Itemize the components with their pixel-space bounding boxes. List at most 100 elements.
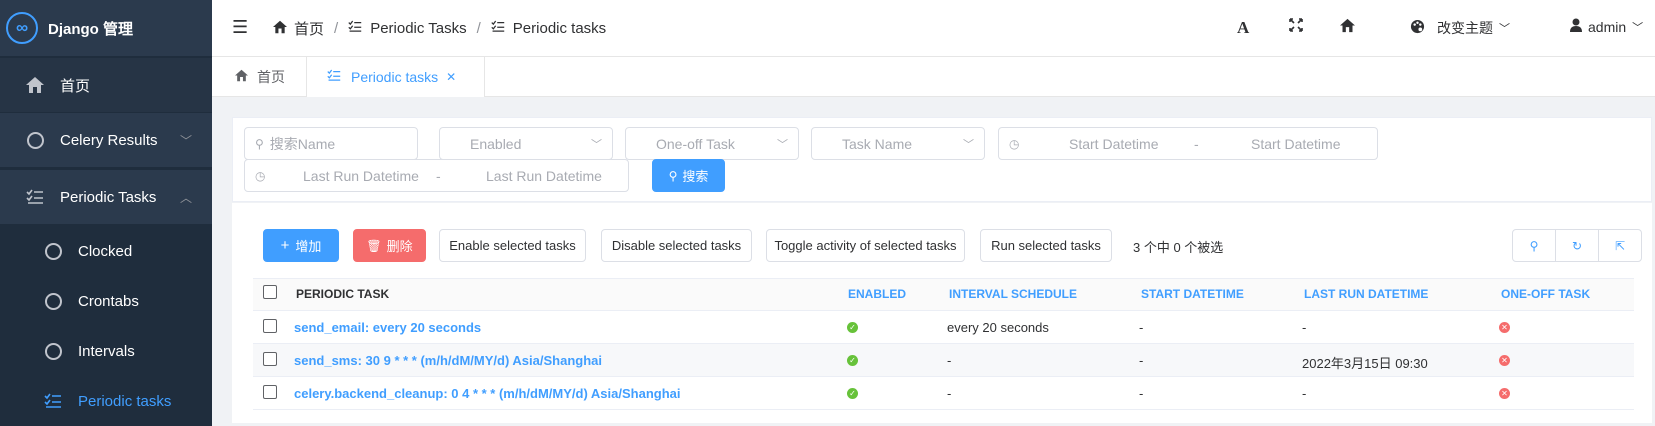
close-icon[interactable]: ✕	[446, 70, 456, 84]
infinity-logo-icon: ∞	[6, 12, 38, 44]
theme-label: 改变主题	[1437, 20, 1493, 36]
tab-bar: 首页 Periodic tasks ✕	[212, 57, 1655, 97]
start-cell: -	[1139, 386, 1144, 401]
clock-icon: ◷	[1009, 136, 1020, 151]
sidebar-item-periodic-tasks[interactable]: Periodic Tasks ︿	[0, 170, 212, 224]
disable-selected-button[interactable]: Disable selected tasks	[601, 229, 752, 262]
enable-selected-button[interactable]: Enable selected tasks	[439, 229, 586, 262]
search-input[interactable]: ⚲ 搜索Name	[244, 127, 418, 160]
start-cell: -	[1139, 353, 1144, 368]
home-icon	[234, 69, 249, 85]
chevron-down-icon: ﹀	[777, 138, 788, 151]
interval-cell: every 20 seconds	[947, 320, 1049, 335]
home-icon	[272, 20, 288, 38]
sidebar-item-intervals[interactable]: Intervals	[0, 326, 212, 376]
tab-label: 首页	[257, 69, 285, 85]
row-checkbox[interactable]	[263, 352, 277, 366]
sidebar-item-label: Celery Results	[60, 131, 158, 149]
oneoff-select[interactable]: One-off Task ﹀	[625, 127, 799, 160]
sidebar-item-crontabs[interactable]: Crontabs	[0, 276, 212, 326]
last-run-cell: -	[1302, 320, 1307, 335]
user-menu[interactable]: admin ﹀	[1570, 18, 1643, 35]
user-icon	[1570, 18, 1582, 35]
row-checkbox[interactable]	[263, 319, 277, 333]
select-all-checkbox[interactable]	[263, 285, 277, 299]
filter-panel: ⚲ 搜索Name Enabled ﹀ One-off Task ﹀ Task N…	[232, 117, 1652, 202]
theme-switcher[interactable]: 改变主题 ﹀	[1410, 18, 1510, 38]
sidebar-item-label: Periodic Tasks	[60, 188, 157, 206]
taskname-select[interactable]: Task Name ﹀	[811, 127, 985, 160]
hamburger-menu-icon[interactable]: ☰	[232, 17, 248, 38]
cross-icon: ✕	[1499, 355, 1510, 366]
username: admin	[1588, 18, 1627, 35]
column-header-oneoff[interactable]: ONE-OFF TASK	[1501, 287, 1590, 301]
sidebar-item-label: Crontabs	[78, 292, 139, 310]
column-header-interval[interactable]: INTERVAL SCHEDULE	[949, 287, 1077, 301]
top-bar: ☰ 首页 / Periodic Tasks / Periodic tasks A…	[212, 0, 1655, 57]
tab-periodic-tasks[interactable]: Periodic tasks ✕	[307, 57, 485, 97]
task-link[interactable]: send_email: every 20 seconds	[294, 320, 481, 335]
task-link[interactable]: send_sms: 30 9 * * * (m/h/dM/MY/d) Asia/…	[294, 353, 602, 368]
table-tools: ⚲ ↻ ⇱	[1512, 229, 1642, 262]
circle-icon	[24, 131, 46, 149]
run-selected-button[interactable]: Run selected tasks	[980, 229, 1112, 262]
column-header-enabled[interactable]: ENABLED	[848, 287, 906, 301]
chevron-up-icon: ︿	[179, 190, 192, 205]
last-run-cell: -	[1302, 386, 1307, 401]
start-datetime-range[interactable]: ◷ Start Datetime - Start Datetime	[998, 127, 1378, 160]
task-list-icon	[491, 20, 505, 37]
breadcrumb: 首页 / Periodic Tasks / Periodic tasks	[272, 18, 606, 39]
clock-icon: ◷	[255, 168, 266, 183]
selection-counter: 3 个中 0 个被选	[1133, 240, 1224, 255]
interval-cell: -	[947, 386, 952, 401]
circle-icon	[42, 292, 64, 310]
sidebar-item-clocked[interactable]: Clocked	[0, 226, 212, 276]
search-button[interactable]: ⚲ 搜索	[652, 159, 725, 192]
breadcrumb-home[interactable]: 首页	[294, 18, 324, 39]
breadcrumb-periodic-tasks: Periodic tasks	[512, 20, 607, 37]
task-list-icon	[42, 393, 64, 409]
breadcrumb-periodic-tasks-app[interactable]: Periodic Tasks	[370, 20, 466, 37]
sidebar-item-celery-results[interactable]: Celery Results ﹀	[0, 113, 212, 167]
fullscreen-icon[interactable]	[1289, 18, 1303, 37]
chevron-down-icon: ﹀	[1632, 21, 1644, 34]
add-button[interactable]: + 增加	[263, 229, 339, 262]
column-header-last-run[interactable]: LAST RUN DATETIME	[1304, 287, 1428, 301]
check-icon: ✓	[847, 355, 858, 366]
refresh-icon[interactable]: ↻	[1556, 230, 1599, 261]
column-header-start[interactable]: START DATETIME	[1141, 287, 1244, 301]
circle-icon	[42, 342, 64, 360]
sidebar-item-periodic-tasks-child[interactable]: Periodic tasks	[0, 376, 212, 426]
font-size-icon[interactable]: A	[1237, 18, 1249, 38]
lastrun-datetime-range[interactable]: ◷ Last Run Datetime - Last Run Datetime	[244, 159, 629, 192]
delete-button[interactable]: 🗑 删除	[353, 229, 426, 262]
column-header-task[interactable]: PERIODIC TASK	[296, 287, 389, 301]
cross-icon: ✕	[1499, 388, 1510, 399]
chevron-down-icon: ﹀	[179, 133, 192, 148]
toggle-selected-button[interactable]: Toggle activity of selected tasks	[766, 229, 965, 262]
tab-label: Periodic tasks	[351, 69, 439, 85]
logo[interactable]: ∞ Django 管理	[0, 0, 212, 56]
chevron-down-icon: ﹀	[963, 138, 974, 151]
sidebar: ∞ Django 管理 首页 Celery Results ﹀ Periodic…	[0, 0, 212, 426]
search-icon[interactable]: ⚲	[1513, 230, 1556, 261]
start-cell: -	[1139, 320, 1144, 335]
home-icon	[24, 76, 46, 94]
plus-icon: +	[280, 237, 290, 254]
row-checkbox[interactable]	[263, 385, 277, 399]
task-link[interactable]: celery.backend_cleanup: 0 4 * * * (m/h/d…	[294, 386, 681, 401]
home-icon[interactable]	[1339, 18, 1356, 38]
breadcrumb-separator: /	[334, 20, 339, 37]
export-icon[interactable]: ⇱	[1599, 230, 1641, 261]
tab-home[interactable]: 首页	[212, 57, 307, 97]
cross-icon: ✕	[1499, 322, 1510, 333]
breadcrumb-separator: /	[476, 20, 481, 37]
search-icon: ⚲	[255, 136, 264, 151]
sidebar-item-label: Intervals	[78, 342, 135, 360]
palette-icon	[1410, 19, 1425, 37]
check-icon: ✓	[847, 388, 858, 399]
enabled-select[interactable]: Enabled ﹀	[439, 127, 613, 160]
sidebar-item-home[interactable]: 首页	[0, 58, 212, 112]
task-list-icon	[24, 189, 46, 205]
app-title: Django 管理	[48, 20, 133, 38]
